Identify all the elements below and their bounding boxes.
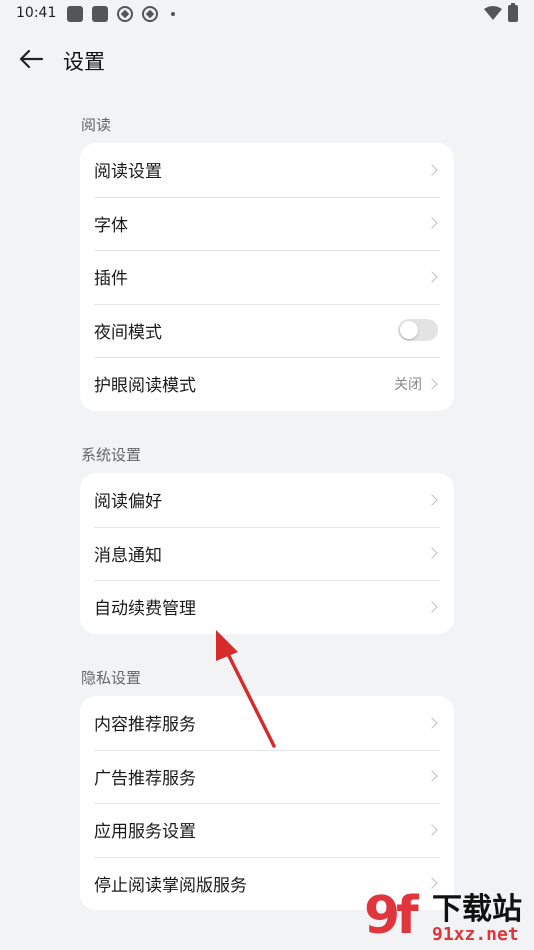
toggle-knob: [400, 321, 418, 340]
settings-item-label: 内容推荐服务: [94, 715, 196, 736]
app-notification-icon: [117, 6, 133, 22]
settings-item-notifications[interactable]: 消息通知: [80, 526, 454, 581]
settings-item-ad-recommendation[interactable]: 广告推荐服务: [80, 749, 454, 804]
chevron-right-icon: [426, 164, 438, 176]
settings-item-reading-preference[interactable]: 阅读偏好: [80, 473, 454, 527]
night-mode-toggle[interactable]: [398, 319, 438, 342]
settings-item-label: 应用服务设置: [94, 822, 196, 843]
app-notification-icon: [67, 6, 83, 22]
section-title-system: 系统设置: [81, 446, 142, 464]
settings-item-eye-care-mode[interactable]: 护眼阅读模式 关闭: [80, 357, 454, 411]
chevron-right-icon: [426, 378, 438, 390]
settings-item-label: 字体: [94, 215, 128, 236]
page-title: 设置: [63, 50, 105, 74]
chevron-right-icon: [426, 601, 438, 613]
chevron-right-icon: [426, 824, 438, 836]
chevron-right-icon: [426, 717, 438, 729]
chevron-right-icon: [426, 494, 438, 506]
settings-item-app-service[interactable]: 应用服务设置: [80, 803, 454, 857]
app-bar: 设置: [0, 36, 534, 82]
app-notification-icon: [142, 6, 158, 22]
chevron-right-icon: [426, 271, 438, 283]
status-bar: 10:41: [0, 0, 534, 30]
settings-item-plugins[interactable]: 插件: [80, 250, 454, 304]
settings-item-night-mode: 夜间模式: [80, 303, 454, 358]
settings-item-value: 关闭: [394, 376, 422, 393]
settings-item-label: 护眼阅读模式: [94, 376, 196, 397]
settings-item-label: 自动续费管理: [94, 599, 196, 620]
app-notification-icon: [92, 6, 108, 22]
settings-item-reading-settings[interactable]: 阅读设置: [80, 143, 454, 197]
settings-item-content-recommendation[interactable]: 内容推荐服务: [80, 696, 454, 750]
settings-item-auto-renewal[interactable]: 自动续费管理: [80, 580, 454, 634]
settings-item-label: 广告推荐服务: [94, 768, 196, 789]
watermark-name: 下载站: [432, 892, 522, 927]
settings-item-font[interactable]: 字体: [80, 196, 454, 251]
section-title-privacy: 隐私设置: [81, 669, 142, 687]
privacy-settings-card: 内容推荐服务 广告推荐服务 应用服务设置 停止阅读掌阅版服务: [80, 696, 454, 910]
reading-settings-card: 阅读设置 字体 插件 夜间模式 护眼阅读模式 关闭: [80, 143, 454, 411]
watermark-url: 91xz.net: [432, 924, 519, 945]
status-time: 10:41: [16, 5, 57, 21]
watermark: 9f 下载站 91xz.net: [364, 880, 534, 950]
more-notifications-icon: [171, 12, 175, 16]
chevron-right-icon: [426, 547, 438, 559]
battery-icon: [508, 3, 518, 22]
system-settings-card: 阅读偏好 消息通知 自动续费管理: [80, 473, 454, 634]
settings-item-label: 阅读设置: [94, 162, 162, 183]
chevron-right-icon: [426, 217, 438, 229]
settings-item-label: 夜间模式: [94, 322, 162, 343]
back-arrow-icon[interactable]: [16, 44, 46, 74]
wifi-icon: [484, 6, 502, 20]
watermark-logo: 9f: [364, 886, 419, 946]
chevron-right-icon: [426, 770, 438, 782]
section-title-reading: 阅读: [81, 116, 112, 134]
settings-item-label: 消息通知: [94, 545, 162, 566]
settings-item-label: 插件: [94, 269, 128, 290]
settings-item-label: 阅读偏好: [94, 492, 162, 513]
